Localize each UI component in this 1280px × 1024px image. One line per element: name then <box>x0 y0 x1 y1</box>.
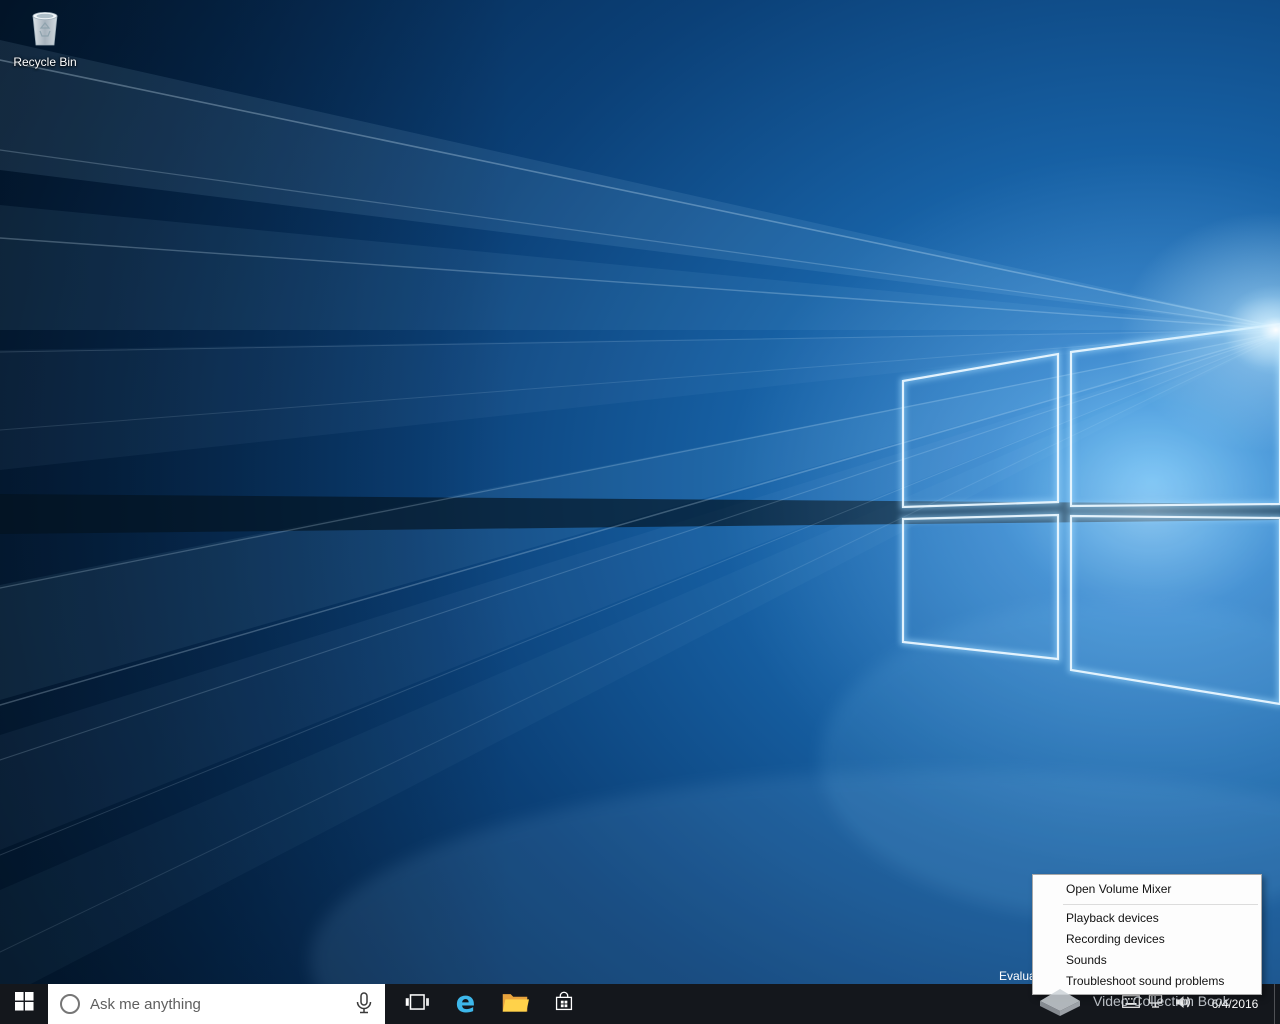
cortana-search-box[interactable] <box>48 984 385 1024</box>
taskbar-buttons: e <box>392 984 588 1024</box>
screenshot-watermark: Video Collection Book <box>1034 981 1230 1020</box>
watermark-text: Video Collection Book <box>1093 993 1230 1009</box>
volume-context-menu: Open Volume Mixer Playback devices Recor… <box>1032 874 1262 995</box>
menu-separator <box>1063 904 1258 905</box>
file-explorer-icon <box>501 990 529 1019</box>
start-button[interactable] <box>0 984 48 1024</box>
windows-store-button[interactable] <box>539 984 588 1024</box>
task-view-button[interactable] <box>392 984 441 1024</box>
windows-logo-icon <box>15 992 34 1016</box>
recycle-bin-icon[interactable]: Recycle Bin <box>4 6 86 69</box>
task-view-icon <box>404 989 430 1020</box>
microphone-icon[interactable] <box>353 991 375 1017</box>
edge-icon: e <box>456 988 476 1017</box>
recycle-bin-glyph-icon <box>23 6 67 53</box>
edge-browser-button[interactable]: e <box>441 984 490 1024</box>
wallpaper-image <box>0 0 1280 1024</box>
watermark-book-icon <box>1034 981 1086 1020</box>
recycle-bin-label: Recycle Bin <box>13 55 76 69</box>
cortana-icon[interactable] <box>60 994 80 1014</box>
show-desktop-button[interactable] <box>1274 984 1280 1024</box>
search-input[interactable] <box>80 984 353 1024</box>
menu-item-recording-devices[interactable]: Recording devices <box>1033 929 1261 950</box>
windows-desktop: Recycle Bin Evalua Open Volume Mixer Pla… <box>0 0 1280 1024</box>
menu-item-sounds[interactable]: Sounds <box>1033 950 1261 971</box>
menu-item-open-volume-mixer[interactable]: Open Volume Mixer <box>1033 877 1261 901</box>
store-bag-icon <box>551 989 577 1020</box>
menu-item-playback-devices[interactable]: Playback devices <box>1033 908 1261 929</box>
evaluation-watermark-text: Evalua <box>999 969 1036 983</box>
file-explorer-button[interactable] <box>490 984 539 1024</box>
